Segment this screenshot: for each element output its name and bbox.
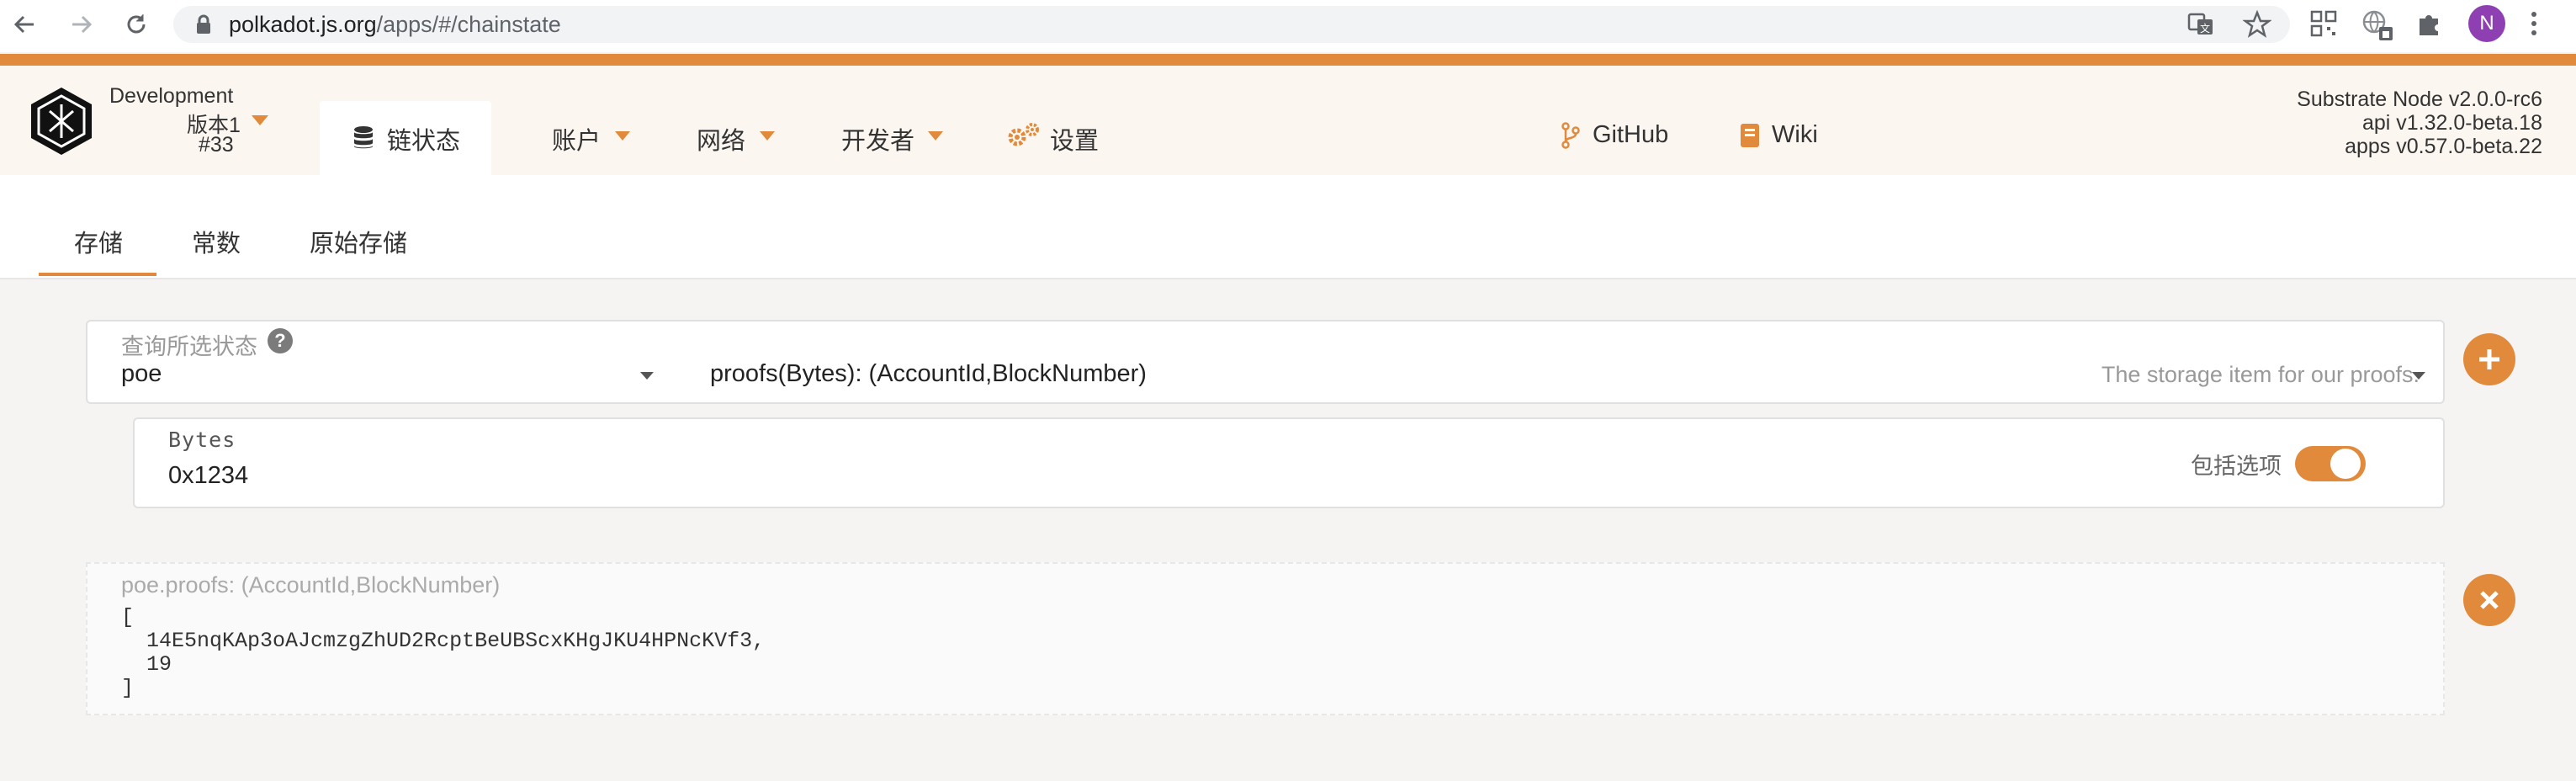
toggle-knob[interactable]	[2330, 449, 2361, 479]
chevron-down-icon[interactable]	[2411, 371, 2426, 380]
remove-query-button[interactable]	[2463, 574, 2515, 626]
api-version: api v1.32.0-beta.18	[2361, 111, 2542, 135]
git-branch-icon	[1561, 122, 1580, 149]
chevron-down-icon[interactable]	[759, 130, 776, 141]
nav-network[interactable]: 网络	[697, 121, 745, 157]
close-icon	[2480, 591, 2499, 609]
param-input[interactable]: 0x1234	[168, 462, 248, 490]
book-icon	[1740, 123, 1760, 148]
chevron-down-icon[interactable]	[639, 371, 655, 380]
result-label: poe.proofs: (AccountId,BlockNumber)	[121, 572, 501, 598]
puzzle-icon[interactable]	[2416, 10, 2443, 37]
chevron-down-icon[interactable]	[614, 130, 631, 141]
include-option-label: 包括选项	[2191, 454, 2282, 479]
query-selector-card	[86, 320, 2445, 404]
chevron-down-icon[interactable]	[927, 130, 944, 141]
method-dropdown[interactable]: proofs(Bytes): (AccountId,BlockNumber)	[710, 360, 1147, 388]
back-icon[interactable]	[12, 12, 37, 37]
query-label: 查询所选状态	[121, 334, 257, 359]
chain-name[interactable]: Development	[109, 84, 233, 109]
result-value: [ 14E5nqKAp3oAJcmzgZhUD2RcptBeUBScxKHgJK…	[121, 605, 766, 700]
lock-icon[interactable]	[195, 14, 212, 35]
nav-developer[interactable]: 开发者	[841, 121, 914, 157]
tab-constants[interactable]: 常数	[192, 224, 241, 259]
node-info: Substrate Node v2.0.0-rc6 api v1.32.0-be…	[2297, 88, 2542, 158]
plus-icon	[2479, 349, 2499, 369]
apps-version: apps v0.57.0-beta.22	[2345, 135, 2542, 158]
qr-icon[interactable]	[2310, 10, 2337, 37]
nav-github[interactable]: GitHub	[1593, 121, 1668, 149]
svg-text:文: 文	[2200, 22, 2210, 35]
forward-icon[interactable]	[69, 12, 94, 37]
nav-chainstate[interactable]: 链状态	[387, 121, 460, 157]
nav-accounts[interactable]: 账户	[552, 121, 601, 157]
tab-raw-storage[interactable]: 原始存储	[310, 224, 407, 259]
module-dropdown[interactable]: poe	[121, 360, 162, 388]
profile-avatar[interactable]: N	[2468, 5, 2505, 42]
url-host: polkadot.js.org	[229, 12, 377, 37]
node-version: Substrate Node v2.0.0-rc6	[2297, 88, 2542, 111]
url-text[interactable]: polkadot.js.org/apps/#/chainstate	[229, 9, 561, 40]
active-tab-indicator	[39, 273, 156, 276]
nav-wiki[interactable]: Wiki	[1772, 121, 1818, 149]
param-card	[133, 417, 2445, 508]
nav-settings[interactable]: 设置	[1050, 121, 1099, 157]
help-icon[interactable]: ?	[268, 328, 293, 353]
chain-block-number: #33	[199, 133, 234, 157]
reload-icon[interactable]	[123, 11, 150, 38]
polkadot-logo-icon[interactable]	[29, 86, 94, 157]
star-icon[interactable]	[2243, 10, 2271, 39]
param-label: Bytes	[168, 428, 236, 452]
tab-storage[interactable]: 存储	[74, 224, 123, 259]
gears-icon	[1006, 122, 1040, 149]
add-query-button[interactable]	[2463, 333, 2515, 385]
network-icon[interactable]	[2361, 8, 2394, 42]
menu-dots-icon[interactable]	[2529, 10, 2539, 37]
accent-stripe	[0, 54, 2576, 66]
chevron-down-icon[interactable]	[251, 114, 269, 126]
database-icon	[353, 125, 374, 151]
translate-icon[interactable]: 文	[2187, 11, 2214, 38]
method-description: The storage item for our proofs.	[2101, 362, 2420, 387]
url-path: /apps/#/chainstate	[376, 12, 561, 37]
